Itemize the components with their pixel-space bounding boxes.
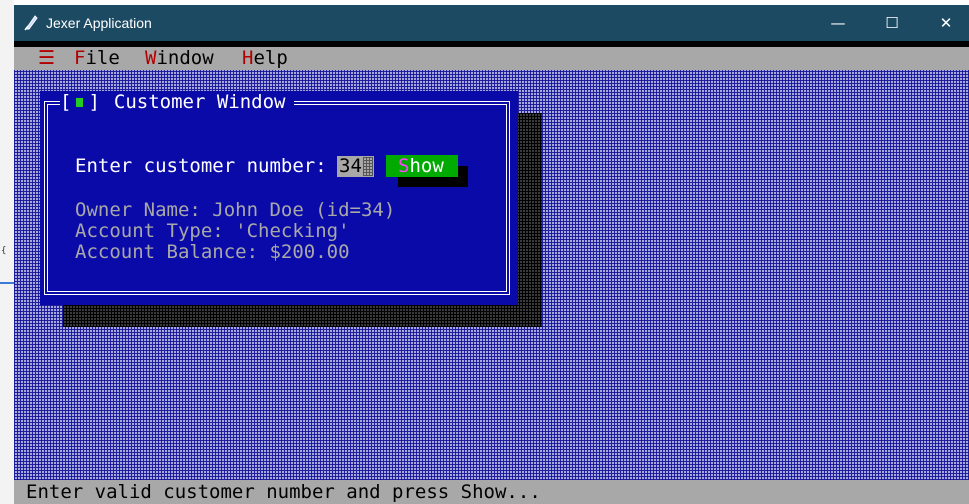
- status-bar: Enter valid customer number and press Sh…: [14, 480, 969, 504]
- owner-name-text: Owner Name: John Doe (id=34): [75, 199, 396, 221]
- feather-app-icon: [24, 15, 38, 31]
- input-cursor: [363, 157, 373, 176]
- account-balance-text: Account Balance: $200.00: [75, 241, 350, 263]
- show-button-label: how: [409, 155, 444, 177]
- background-accent-line: [0, 282, 14, 284]
- maximize-icon: ☐: [885, 14, 899, 32]
- window-close-box[interactable]: []: [60, 91, 106, 113]
- menu-file-hotkey: F: [74, 47, 86, 69]
- window-border: [44, 101, 510, 295]
- minimize-icon: —: [830, 14, 846, 32]
- minimize-button[interactable]: —: [815, 5, 861, 41]
- menu-window-label: indow: [156, 47, 214, 69]
- close-button[interactable]: ✕: [923, 5, 969, 41]
- show-button[interactable]: Show: [386, 155, 458, 177]
- customer-window-title: Customer Window: [105, 91, 294, 113]
- close-box-icon: [76, 97, 84, 107]
- close-box-left: [: [60, 91, 72, 113]
- menu-window[interactable]: Window: [145, 47, 214, 70]
- menu-file[interactable]: File: [74, 47, 120, 70]
- customer-number-label: Enter customer number:: [75, 155, 327, 177]
- system-menu-icon[interactable]: ☰: [38, 47, 55, 70]
- background-brace-glyph: {: [1, 246, 7, 256]
- menu-help-hotkey: H: [242, 47, 254, 69]
- maximize-button[interactable]: ☐: [869, 5, 915, 41]
- window-titlebar[interactable]: Jexer Application — ☐ ✕: [14, 5, 969, 41]
- customer-window[interactable]: [] Customer Window Enter customer number…: [40, 91, 518, 305]
- status-text: Enter valid customer number and press Sh…: [26, 481, 541, 503]
- menu-file-label: ile: [85, 47, 120, 69]
- background-app-strip: {: [0, 0, 14, 504]
- account-type-text: Account Type: 'Checking': [75, 220, 350, 242]
- menu-bar: ☰ File Window Help: [14, 47, 969, 70]
- close-box-right: ]: [88, 91, 100, 113]
- menu-help-label: elp: [253, 47, 288, 69]
- show-button-hotkey: S: [398, 155, 410, 177]
- customer-window-titlebar[interactable]: [] Customer Window: [60, 91, 294, 113]
- menu-help[interactable]: Help: [242, 47, 288, 70]
- menu-window-hotkey: W: [145, 47, 157, 69]
- window-title: Jexer Application: [46, 15, 152, 31]
- close-icon: ✕: [939, 14, 953, 32]
